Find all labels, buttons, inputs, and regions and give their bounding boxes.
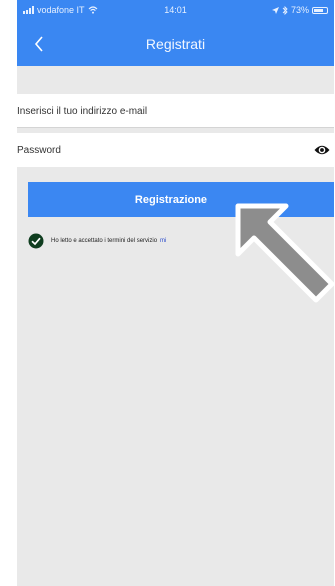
status-bar: vodafone IT 14:01 73% bbox=[17, 0, 334, 22]
battery-icon bbox=[312, 6, 328, 14]
password-field-row bbox=[17, 133, 334, 167]
email-field-row bbox=[17, 94, 334, 128]
battery-percent: 73% bbox=[290, 5, 309, 15]
terms-link[interactable]: mi bbox=[160, 238, 166, 244]
email-field[interactable] bbox=[17, 94, 297, 128]
page-title: Registrati bbox=[145, 36, 206, 52]
status-right: 73% bbox=[271, 5, 328, 15]
terms-row: Ho letto e accettato i termini del servi… bbox=[28, 233, 166, 249]
check-circle-icon[interactable] bbox=[28, 233, 44, 249]
location-arrow-icon bbox=[271, 6, 279, 14]
nav-bar: Registrati bbox=[17, 22, 334, 66]
register-button[interactable]: Registrazione bbox=[28, 182, 334, 217]
terms-text: Ho letto e accettato i termini del servi… bbox=[51, 238, 158, 244]
phone-screen: vodafone IT 14:01 73% Registrati Inseris… bbox=[17, 0, 334, 586]
password-field[interactable] bbox=[17, 133, 297, 167]
bluetooth-icon bbox=[282, 5, 288, 15]
eye-icon[interactable] bbox=[314, 143, 330, 157]
battery-level bbox=[314, 8, 323, 12]
